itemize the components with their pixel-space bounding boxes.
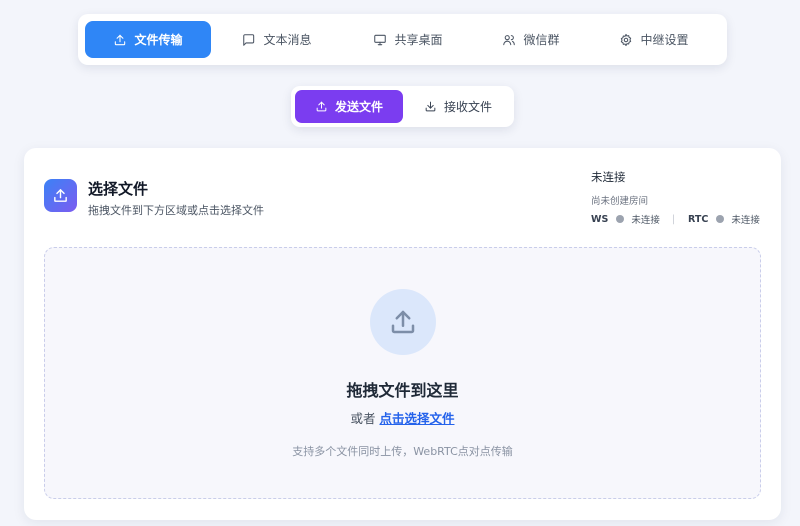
drop-zone-alt: 或者 点击选择文件 [45, 408, 760, 427]
choose-file-link[interactable]: 点击选择文件 [379, 411, 454, 426]
receive-file-button[interactable]: 接收文件 [407, 90, 509, 123]
download-icon [425, 101, 436, 112]
tab-text-message[interactable]: 文本消息 [211, 21, 343, 58]
mode-switch: 发送文件 接收文件 [291, 86, 514, 127]
file-drop-zone[interactable]: 拖拽文件到这里 或者 点击选择文件 支持多个文件同时上传，WebRTC点对点传输 [44, 247, 761, 499]
message-square-icon [243, 33, 255, 46]
status-separator: | [671, 213, 676, 225]
drop-zone-icon-circle [370, 289, 436, 355]
monitor-icon [374, 34, 387, 45]
upload-icon [391, 310, 415, 334]
file-select-card: 选择文件 拖拽文件到下方区域或点击选择文件 未连接 尚未创建房间 WS 未连接 … [24, 148, 781, 520]
transport-status: WS 未连接 | RTC 未连接 [591, 212, 760, 227]
tab-label: 共享桌面 [394, 33, 443, 47]
tab-label: 微信群 [523, 33, 560, 47]
or-text: 或者 [350, 411, 376, 426]
send-file-label: 发送文件 [334, 100, 383, 114]
room-status: 尚未创建房间 [591, 196, 649, 207]
rtc-state: 未连接 [731, 215, 760, 226]
users-icon [503, 34, 516, 45]
upload-icon [115, 34, 126, 45]
drop-zone-hint: 支持多个文件同时上传，WebRTC点对点传输 [292, 445, 513, 458]
tab-file-transfer[interactable]: 文件传输 [85, 21, 211, 58]
top-nav: 文件传输 文本消息 共享桌面 微信群 中继设置 [78, 14, 727, 65]
connection-status: 未连接 [591, 170, 626, 184]
tab-label: 文本消息 [263, 33, 312, 47]
rtc-status-dot [716, 215, 725, 223]
tab-label: 文件传输 [134, 33, 183, 47]
card-upload-badge [44, 179, 77, 212]
tab-share-desktop[interactable]: 共享桌面 [343, 21, 473, 58]
card-title: 选择文件 [88, 180, 149, 198]
send-file-button[interactable]: 发送文件 [295, 90, 403, 123]
drop-zone-title: 拖拽文件到这里 [346, 381, 459, 400]
tab-relay-settings[interactable]: 中继设置 [589, 21, 719, 58]
ws-label: WS [591, 213, 609, 225]
rtc-label: RTC [688, 213, 709, 225]
card-subtitle: 拖拽文件到下方区域或点击选择文件 [88, 204, 264, 217]
ws-status-dot [616, 215, 625, 223]
upload-icon [316, 101, 327, 112]
ws-state: 未连接 [631, 215, 660, 226]
tab-label: 中继设置 [640, 33, 689, 47]
tab-wechat-group[interactable]: 微信群 [473, 21, 589, 58]
gear-icon [621, 33, 632, 46]
receive-file-label: 接收文件 [443, 100, 492, 114]
upload-icon [54, 189, 67, 202]
